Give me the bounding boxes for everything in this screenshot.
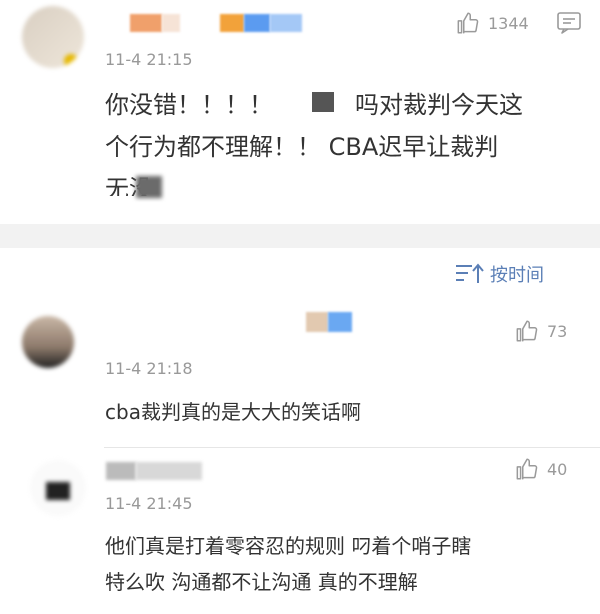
username-redacted[interactable] bbox=[306, 312, 352, 332]
redaction-block bbox=[136, 176, 162, 198]
avatar[interactable] bbox=[30, 460, 86, 516]
comment-text-line-3: 个行为都不理解！！ CBA迟早让裁判 bbox=[105, 133, 499, 161]
like-button[interactable]: 1344 bbox=[454, 10, 529, 36]
like-count: 40 bbox=[547, 459, 568, 479]
reply-timestamp: 11-4 21:18 bbox=[105, 359, 193, 378]
comment-text-line-1: 你没错！！！！ bbox=[105, 91, 273, 119]
sort-label: 按时间 bbox=[490, 265, 544, 286]
reply-text: cba裁判真的是大大的笑话啊 bbox=[105, 400, 361, 424]
username-redacted[interactable] bbox=[106, 462, 202, 480]
like-button[interactable]: 73 bbox=[513, 318, 567, 344]
sort-bar: 按时间 bbox=[0, 248, 600, 298]
reply-text-line-1: 他们真是打着零容忍的规则 叼着个哨子瞎 bbox=[105, 534, 472, 558]
comment-icon[interactable] bbox=[556, 11, 582, 39]
list-item: 11-4 21:18 73 cba裁判真的是大大的笑话啊 bbox=[0, 298, 600, 448]
reply-timestamp: 11-4 21:45 bbox=[105, 494, 193, 513]
avatar[interactable] bbox=[22, 316, 74, 368]
redaction-block bbox=[312, 92, 334, 112]
like-button[interactable]: 40 bbox=[513, 456, 567, 482]
reply-list: 11-4 21:18 73 cba裁判真的是大大的笑话啊 11-4 21:45 … bbox=[0, 298, 600, 614]
list-item: 11-4 21:45 40 他们真是打着零容忍的规则 叼着个哨子瞎 特么吹 沟通… bbox=[0, 448, 600, 614]
sort-icon bbox=[456, 263, 484, 283]
comment-text-line-2: 吗对裁判今天这 bbox=[355, 91, 523, 119]
reply-text-line-2: 特么吹 沟通都不让沟通 真的不理解 bbox=[105, 570, 418, 594]
top-comment-card: 11-4 21:15 1344 你没错！！！！ 吗对裁判今天这 个行为都不理解！… bbox=[0, 0, 600, 224]
comment-timestamp: 11-4 21:15 bbox=[105, 50, 193, 69]
username-redacted[interactable] bbox=[130, 14, 302, 32]
avatar[interactable] bbox=[22, 6, 84, 68]
like-count: 73 bbox=[547, 321, 568, 341]
like-count: 1344 bbox=[488, 13, 529, 33]
thumbs-up-icon bbox=[516, 458, 538, 480]
thumbs-up-icon bbox=[457, 12, 479, 34]
thumbs-up-icon bbox=[516, 320, 538, 342]
sort-button[interactable]: 按时间 bbox=[454, 261, 544, 287]
